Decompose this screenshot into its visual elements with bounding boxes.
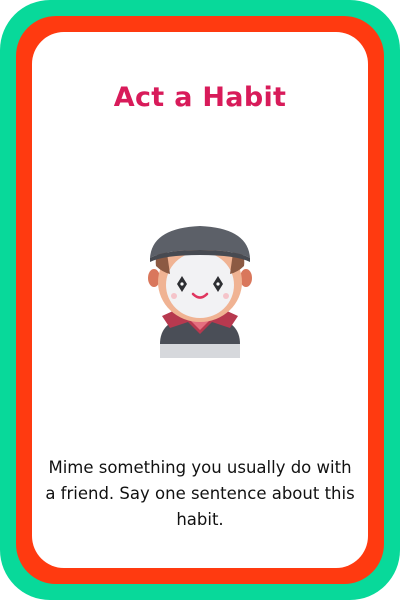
mime-icon <box>148 226 252 358</box>
card-prompt: Mime something you usually do with a fri… <box>45 458 355 529</box>
card-title: Act a Habit <box>113 82 287 113</box>
